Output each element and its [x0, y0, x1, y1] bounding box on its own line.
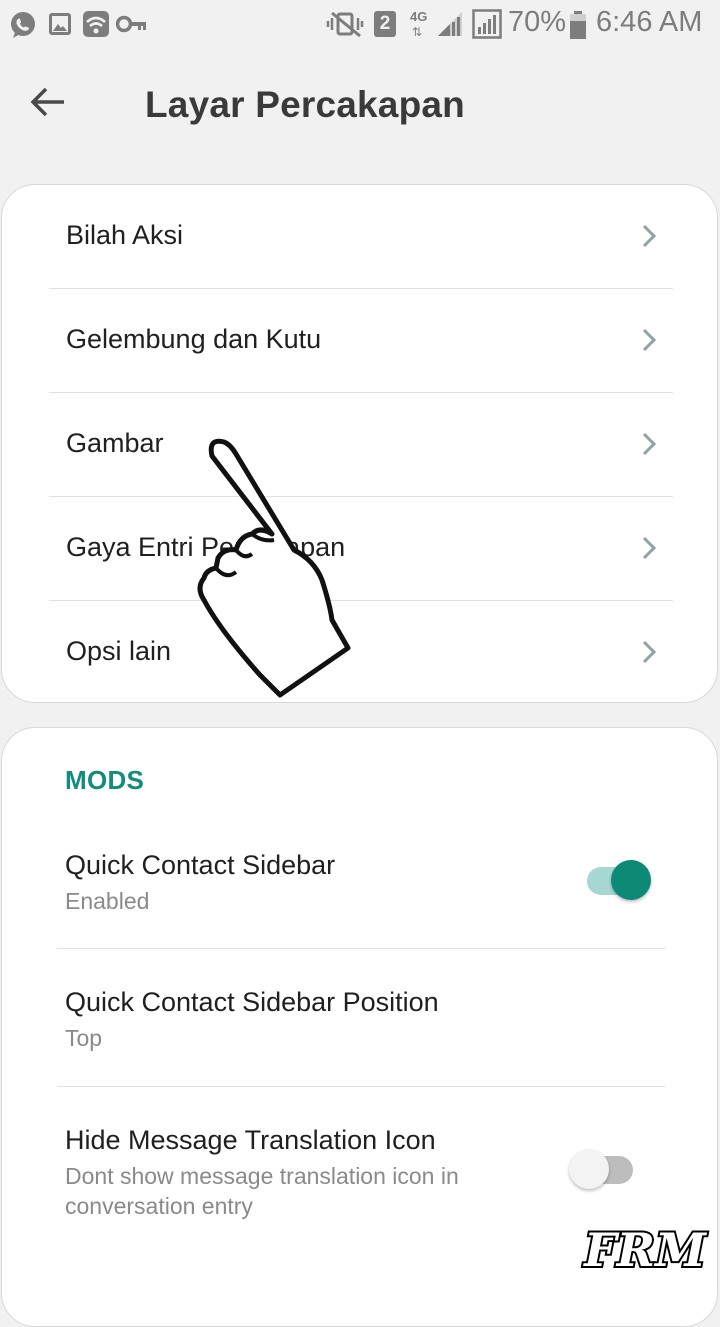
back-button[interactable] [16, 70, 80, 134]
quick-contact-sidebar-toggle[interactable] [585, 858, 655, 904]
key-icon [116, 15, 146, 33]
menu-item-gaya-entri-percakapan[interactable]: Gaya Entri Percakapan [49, 497, 673, 601]
network-type: 4G [410, 9, 428, 24]
menu-item-gelembung-dan-kutu[interactable]: Gelembung dan Kutu [49, 289, 673, 393]
menu-item-gambar[interactable]: Gambar [49, 393, 673, 497]
menu-item-label: Gambar [66, 428, 164, 458]
battery-percent: 70% [508, 6, 567, 38]
sim-icon: 2 [374, 11, 396, 37]
page-title: Layar Percakapan [145, 84, 465, 125]
battery-icon [570, 11, 586, 39]
whatsapp-icon [11, 12, 35, 38]
signal-icon [438, 12, 462, 36]
menu-item-label: Opsi lain [66, 636, 172, 666]
setting-hide-message-translation-icon[interactable]: Hide Message Translation Icon Dont show … [57, 1087, 665, 1237]
mute-icon [326, 11, 364, 38]
watermark-text: FRM [582, 1223, 708, 1277]
gallery-icon [49, 13, 71, 35]
wifi-icon [83, 11, 109, 37]
setting-quick-contact-sidebar-position[interactable]: Quick Contact Sidebar Position Top [57, 949, 665, 1087]
hide-translation-icon-toggle[interactable] [569, 1147, 639, 1193]
chevron-right-icon [642, 536, 657, 560]
chevron-right-icon [642, 328, 657, 352]
setting-subtitle: Dont show message translation icon in co… [65, 1163, 459, 1219]
watermark-logo: FRM [574, 1221, 716, 1279]
toggle-thumb [611, 860, 651, 900]
signal-icon [472, 9, 502, 39]
sim-slot-number: 2 [379, 13, 391, 34]
status-bar: 2 4G ⇅ 70% 6:46 AM [0, 0, 720, 50]
setting-title: Quick Contact Sidebar Position [65, 987, 439, 1017]
menu-item-opsi-lain[interactable]: Opsi lain [49, 601, 673, 705]
network-4g-icon: 4G ⇅ [410, 9, 428, 39]
status-time: 6:46 AM [596, 6, 703, 38]
menu-item-bilah-aksi[interactable]: Bilah Aksi [49, 185, 673, 289]
pointing-hand-icon [197, 438, 351, 698]
menu-item-label: Bilah Aksi [66, 220, 184, 250]
chevron-right-icon [642, 432, 657, 456]
menu-item-label: Gelembung dan Kutu [66, 324, 322, 354]
app-bar: Layar Percakapan [0, 50, 720, 160]
frm-watermark: FRM [574, 1221, 716, 1279]
setting-quick-contact-sidebar[interactable]: Quick Contact Sidebar Enabled [57, 828, 665, 949]
setting-subtitle: Top [65, 1025, 103, 1051]
chevron-right-icon [642, 224, 657, 248]
setting-title: Hide Message Translation Icon [65, 1125, 436, 1155]
chevron-right-icon [642, 640, 657, 664]
setting-title: Quick Contact Sidebar [65, 850, 336, 880]
section-title-mods: MODS [65, 765, 145, 795]
setting-subtitle: Enabled [65, 888, 150, 914]
toggle-thumb [569, 1149, 609, 1189]
back-arrow-icon [30, 87, 64, 117]
